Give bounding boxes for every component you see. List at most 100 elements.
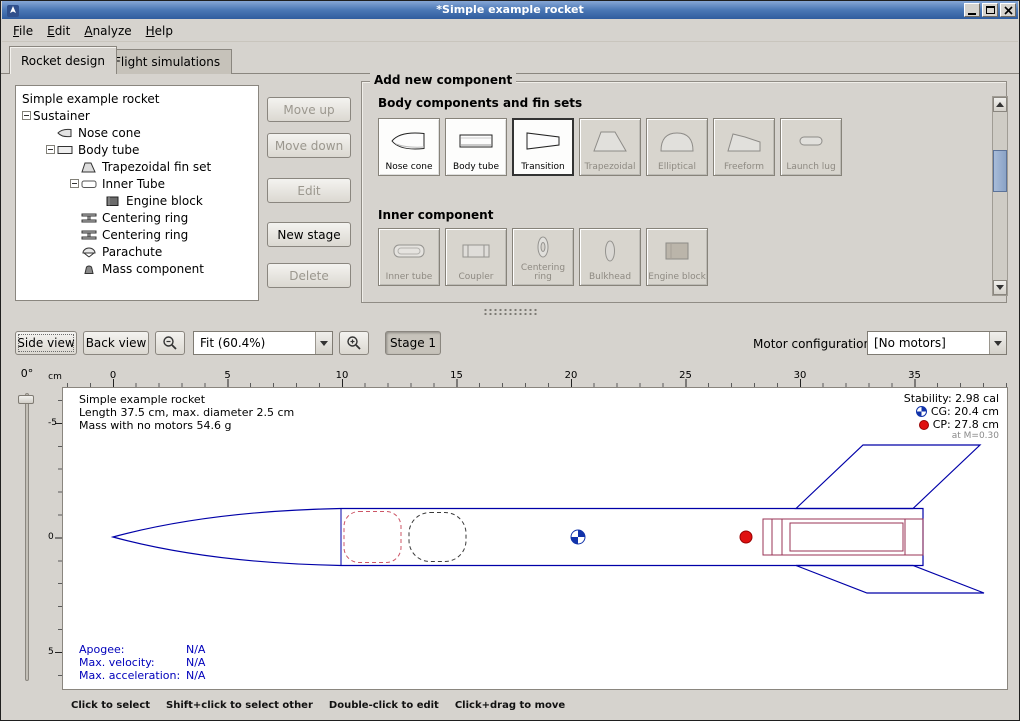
minimize-button[interactable]: [964, 3, 980, 17]
button-label: Nose cone: [385, 163, 432, 175]
ruler-tick-label: 10: [336, 370, 349, 381]
add-launch-lug-button[interactable]: Launch lug: [780, 118, 842, 176]
cg-marker: [571, 530, 585, 544]
rocket-body-outline[interactable]: [113, 509, 923, 566]
body-components-row: Nose cone Body tube Transition Trapezoid…: [378, 118, 842, 176]
scrollbar-track[interactable]: [993, 112, 1007, 280]
add-inner-tube-button[interactable]: Inner tube: [378, 228, 440, 286]
hint-double-click: Double-click to edit: [329, 700, 439, 711]
button-label: Trapezoidal: [584, 163, 635, 175]
close-button[interactable]: [1000, 3, 1016, 17]
add-component-group: Add new component Body components and fi…: [361, 81, 1007, 303]
motor-configuration-value: [No motors]: [874, 336, 946, 350]
zoom-in-button[interactable]: [339, 331, 369, 355]
tree-item-trapezoidal-fin-set[interactable]: Trapezoidal fin set: [16, 158, 258, 175]
component-scrollbar[interactable]: [992, 96, 1008, 296]
rotation-slider-thumb[interactable]: [18, 395, 34, 404]
add-nose-cone-button[interactable]: Nose cone: [378, 118, 440, 176]
nose-cone-icon: [57, 127, 75, 139]
ruler-tick-label: 5: [224, 370, 230, 381]
tab-flight-simulations[interactable]: Flight simulations: [102, 49, 232, 74]
inner-components-row: Inner tube Coupler Centering ring Bulkhe…: [378, 228, 708, 286]
tree-item-parachute[interactable]: Parachute: [16, 243, 258, 260]
bulkhead-icon: [580, 229, 640, 273]
tree-item-sustainer[interactable]: Sustainer: [16, 107, 258, 124]
tree-item-engine-block[interactable]: Engine block: [16, 192, 258, 209]
rocket-dimensions: Length 37.5 cm, max. diameter 2.5 cm: [79, 406, 294, 419]
menu-bar: File Edit Analyze Help: [2, 20, 1018, 42]
stage-toggle-button[interactable]: Stage 1: [385, 331, 441, 355]
add-body-tube-button[interactable]: Body tube: [445, 118, 507, 176]
rotation-slider[interactable]: [25, 393, 29, 681]
inner-component-label: Inner component: [378, 208, 493, 222]
add-bulkhead-button[interactable]: Bulkhead: [579, 228, 641, 286]
zoom-select[interactable]: Fit (60.4%): [193, 331, 333, 355]
new-stage-button[interactable]: New stage: [267, 222, 351, 247]
dropdown-arrow-button[interactable]: [989, 332, 1006, 354]
back-view-button[interactable]: Back view: [83, 331, 149, 355]
tree-item-nose-cone[interactable]: Nose cone: [16, 124, 258, 141]
collapse-icon[interactable]: [22, 111, 31, 120]
tree-item-inner-tube[interactable]: Inner Tube: [16, 175, 258, 192]
tree-item-body-tube[interactable]: Body tube: [16, 141, 258, 158]
ruler-tick-label: 0: [110, 370, 116, 381]
max-velocity-value: N/A: [186, 656, 205, 669]
edit-button[interactable]: Edit: [267, 178, 351, 203]
title-bar[interactable]: *Simple example rocket: [2, 1, 1018, 19]
tree-item-centering-ring-2[interactable]: Centering ring: [16, 226, 258, 243]
trapezoidal-fin-icon: [580, 119, 640, 163]
tree-item-label: Parachute: [102, 245, 162, 259]
add-centering-ring-button[interactable]: Centering ring: [512, 228, 574, 286]
apogee-label: Apogee:: [79, 643, 186, 656]
scroll-up-button[interactable]: [993, 97, 1007, 112]
menu-analyze[interactable]: Analyze: [77, 21, 138, 41]
tree-item-label: Trapezoidal fin set: [102, 160, 211, 174]
add-freeform-fin-button[interactable]: Freeform: [713, 118, 775, 176]
body-components-label: Body components and fin sets: [378, 96, 582, 110]
add-elliptical-fin-button[interactable]: Elliptical: [646, 118, 708, 176]
move-down-button[interactable]: Move down: [267, 133, 351, 158]
ruler-tick-label: 25: [679, 370, 692, 381]
app-window: *Simple example rocket File Edit Analyze…: [0, 0, 1020, 721]
arrow-up-icon: [996, 98, 1004, 107]
tree-item-centering-ring-1[interactable]: Centering ring: [16, 209, 258, 226]
add-trapezoidal-fin-button[interactable]: Trapezoidal: [579, 118, 641, 176]
button-label: Body tube: [453, 163, 499, 175]
maximize-button[interactable]: [982, 3, 998, 17]
menu-file[interactable]: File: [6, 21, 40, 41]
tree-item-label: Engine block: [126, 194, 203, 208]
splitter-handle[interactable]: [483, 308, 539, 315]
collapse-icon[interactable]: [70, 179, 79, 188]
delete-button[interactable]: Delete: [267, 263, 351, 288]
tree-item-mass-component[interactable]: Mass component: [16, 260, 258, 277]
rocket-canvas[interactable]: Simple example rocket Length 37.5 cm, ma…: [63, 388, 1007, 689]
rotation-value: 0°: [13, 367, 41, 380]
menu-help[interactable]: Help: [139, 21, 180, 41]
component-tree[interactable]: Simple example rocket Sustainer Nose con…: [15, 85, 259, 301]
max-velocity-label: Max. velocity:: [79, 656, 186, 669]
side-view-button[interactable]: Side view: [15, 331, 77, 355]
button-label: Coupler: [459, 273, 494, 285]
coupler-icon: [446, 229, 506, 273]
motor-configuration-select[interactable]: [No motors]: [867, 331, 1007, 355]
menu-edit[interactable]: Edit: [40, 21, 77, 41]
tree-item-label: Sustainer: [33, 109, 90, 123]
add-transition-button[interactable]: Transition: [512, 118, 574, 176]
dropdown-arrow-button[interactable]: [315, 332, 332, 354]
collapse-icon[interactable]: [46, 145, 55, 154]
app-icon[interactable]: [6, 3, 20, 17]
scroll-down-button[interactable]: [993, 280, 1007, 295]
tree-item-label: Body tube: [78, 143, 139, 157]
inner-tube-icon: [379, 229, 439, 273]
ruler-tick-label: 0: [48, 532, 54, 542]
rocket-name: Simple example rocket: [79, 393, 294, 406]
tree-item-rocket[interactable]: Simple example rocket: [16, 90, 258, 107]
move-up-button[interactable]: Move up: [267, 97, 351, 122]
add-engine-block-button[interactable]: Engine block: [646, 228, 708, 286]
apogee-value: N/A: [186, 643, 205, 656]
scrollbar-thumb[interactable]: [993, 150, 1007, 192]
zoom-out-button[interactable]: [155, 331, 185, 355]
tab-rocket-design[interactable]: Rocket design: [9, 46, 117, 74]
add-coupler-button[interactable]: Coupler: [445, 228, 507, 286]
centering-ring-icon: [81, 229, 99, 241]
